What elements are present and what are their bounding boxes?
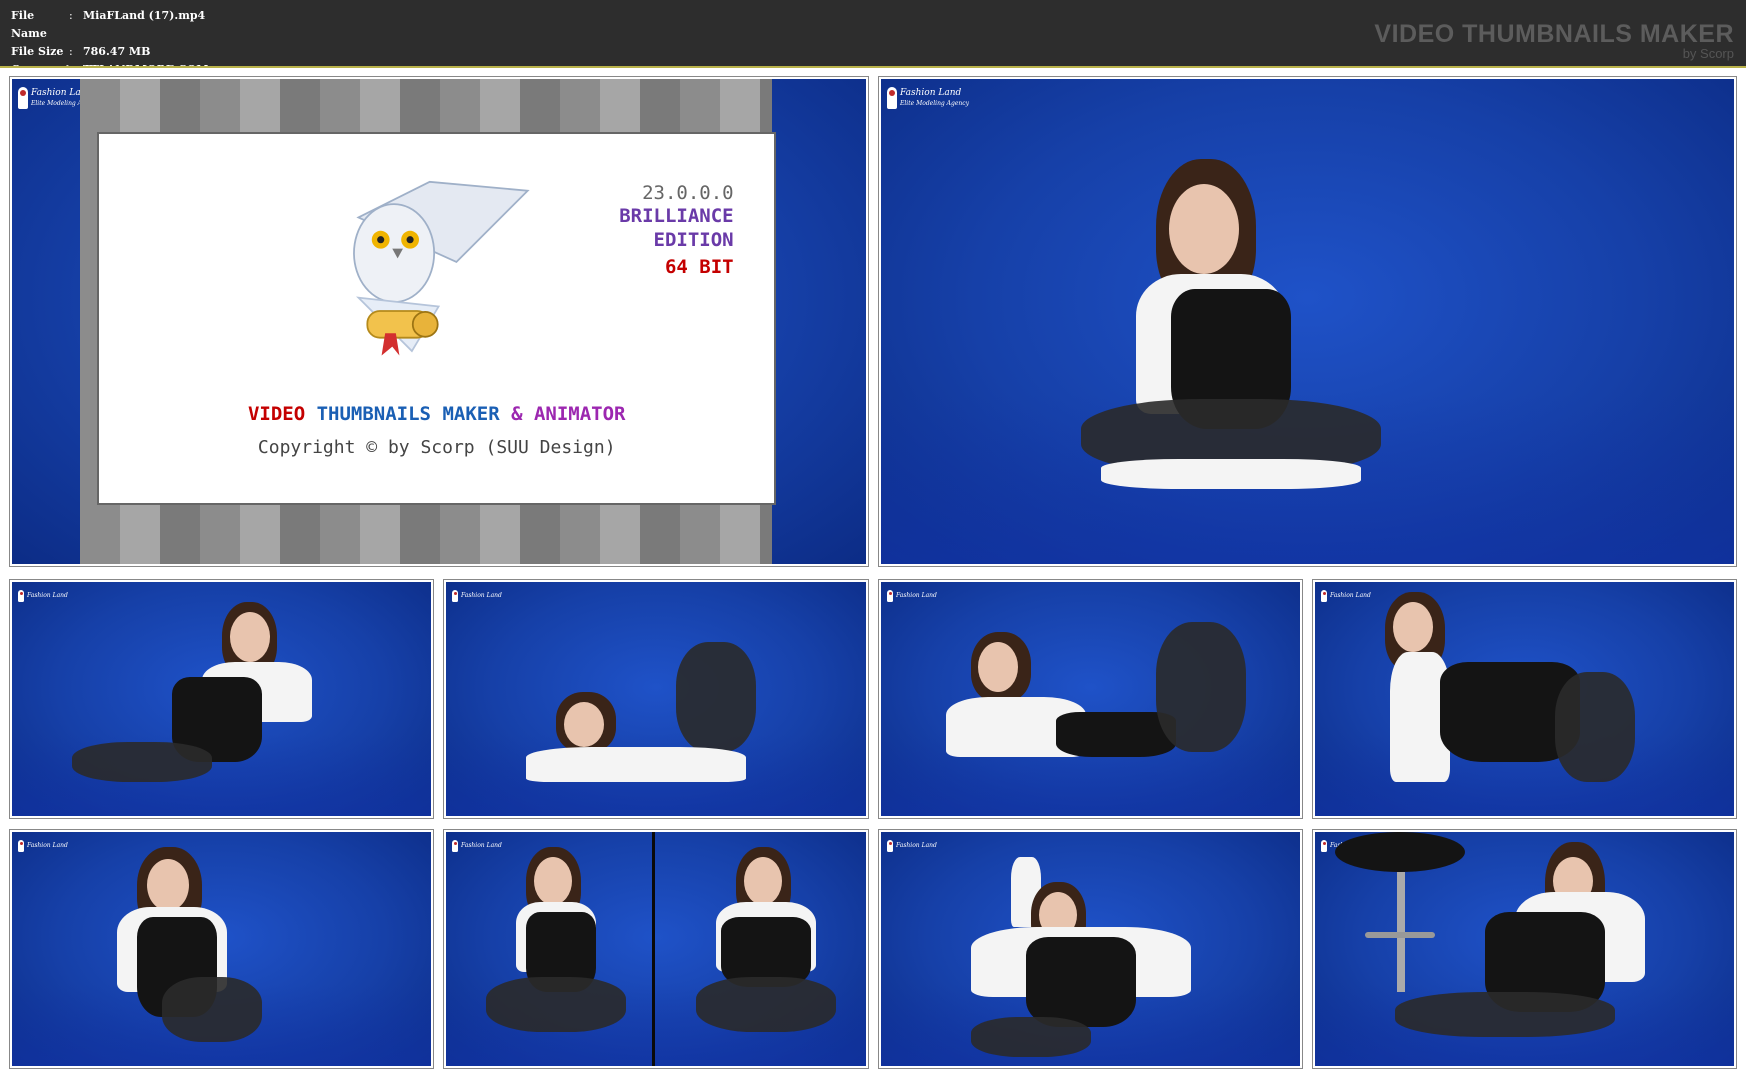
edition-line-2: EDITION <box>653 229 734 252</box>
woman-silhouette-icon <box>887 840 893 852</box>
watermark-text: Fashion Land <box>896 842 937 849</box>
app-title: VIDEO THUMBNAILS MAKER & ANIMATOR <box>99 403 774 425</box>
watermark-text: Fashion Land <box>27 842 68 849</box>
watermark-logo: Fashion Land <box>18 590 68 602</box>
thumbnail-small[interactable]: Fashion Land <box>9 579 434 819</box>
thumbnail-image: Fashion Land <box>12 582 431 816</box>
watermark-line2: Elite Modeling Agency <box>900 99 970 107</box>
model-figure <box>506 642 806 792</box>
title-part-thumbnails: THUMBNAILS MAKER <box>316 403 500 426</box>
watermark-logo: Fashion Land <box>1321 590 1371 602</box>
brand-logo: VIDEO THUMBNAILS MAKER by Scorp <box>1374 20 1734 60</box>
bitness-label: 64 BIT <box>664 256 734 279</box>
split-divider <box>651 832 655 1066</box>
watermark-text: Fashion Land <box>1330 592 1371 599</box>
woman-silhouette-icon <box>887 87 897 109</box>
file-name-row: File Name : MiaFLand (17).mp4 <box>11 7 208 43</box>
woman-silhouette-icon <box>18 590 24 602</box>
thumbnail-small[interactable]: Fashion Land <box>878 579 1303 819</box>
thumbnail-image: Fashion Land Elite Modeling Agency 23.0.0… <box>12 79 866 564</box>
separator: : <box>69 45 73 58</box>
thumbnail-small[interactable]: Fashion Land <box>1312 829 1737 1069</box>
model-figure <box>102 847 302 1047</box>
copyright-text: Copyright © by Scorp (SUU Design) <box>257 436 616 458</box>
thumbnail-image: Fashion Land <box>446 832 866 1066</box>
model-figure <box>1081 159 1381 519</box>
thumbnail-small[interactable]: Fashion Land <box>1312 579 1737 819</box>
thumbnail-image: Fashion Land <box>1315 832 1734 1066</box>
thumbnail-sheet: Fashion Land Elite Modeling Agency 23.0.0… <box>0 66 1746 1082</box>
thumbnail-image: Fashion Land <box>12 832 431 1066</box>
thumbnail-small[interactable]: Fashion Land <box>878 829 1303 1069</box>
file-size-label: File Size <box>11 45 64 58</box>
model-figure <box>686 847 846 1047</box>
watermark-text: Fashion Land <box>896 592 937 599</box>
thumbnail-image: Fashion Land <box>446 582 866 816</box>
file-name-label: File Name <box>11 9 47 40</box>
title-part-video: VIDEO <box>247 403 306 426</box>
watermark-logo: Fashion Land <box>452 590 502 602</box>
watermark-logo: Fashion Land Elite Modeling Agency <box>887 87 969 109</box>
woman-silhouette-icon <box>452 840 458 852</box>
model-figure <box>971 857 1211 1057</box>
watermark-text: Fashion Land Elite Modeling Agency <box>900 88 969 109</box>
watermark-logo: Fashion Land <box>887 590 937 602</box>
thumbnail-image: Fashion Land <box>881 582 1300 816</box>
thumbnail-splash[interactable]: Fashion Land Elite Modeling Agency 23.0.0… <box>9 76 869 567</box>
model-figure <box>476 847 636 1047</box>
model-figure <box>72 602 322 792</box>
title-part-animator: & ANIMATOR <box>511 403 626 426</box>
thumbnail-image: Fashion Land Elite Modeling Agency <box>881 79 1734 564</box>
brand-subtitle: by Scorp <box>1682 46 1734 61</box>
thumbnail-image: Fashion Land <box>881 832 1300 1066</box>
file-size-row: File Size : 786.47 MB <box>11 43 208 61</box>
version-number: 23.0.0.0 <box>642 182 734 205</box>
splash-card: 23.0.0.0 BRILLIANCE EDITION 64 BIT VIDEO… <box>97 132 777 505</box>
woman-silhouette-icon <box>887 590 893 602</box>
woman-silhouette-icon <box>452 590 458 602</box>
watermark-logo: Fashion Land <box>887 840 937 852</box>
model-figure <box>1385 592 1645 792</box>
info-header: File Name : MiaFLand (17).mp4 File Size … <box>0 0 1746 76</box>
thumbnail-small[interactable]: Fashion Land <box>9 829 434 1069</box>
watermark-text: Fashion Land <box>461 592 502 599</box>
owl-icon <box>353 180 530 356</box>
file-name-value: MiaFLand (17).mp4 <box>83 9 206 22</box>
edition-line-1: BRILLIANCE <box>619 205 734 228</box>
brand-title: VIDEO THUMBNAILS MAKER <box>1374 20 1734 48</box>
thumbnail-small[interactable]: Fashion Land <box>443 579 869 819</box>
model-figure <box>1395 842 1695 1052</box>
version-block: 23.0.0.0 BRILLIANCE EDITION 64 BIT <box>619 182 733 278</box>
watermark-logo: Fashion Land <box>18 840 68 852</box>
thumbnail-image: Fashion Land <box>1315 582 1734 816</box>
watermark-line1: Fashion Land <box>900 87 962 98</box>
watermark-text: Fashion Land <box>27 592 68 599</box>
woman-silhouette-icon <box>1321 590 1327 602</box>
woman-silhouette-icon <box>18 840 24 852</box>
file-size-value: 786.47 MB <box>83 45 151 58</box>
thumbnail-large[interactable]: Fashion Land Elite Modeling Agency <box>878 76 1737 567</box>
thumbnail-small[interactable]: Fashion Land <box>443 829 869 1069</box>
separator: : <box>69 9 73 22</box>
model-figure <box>906 622 1266 772</box>
woman-silhouette-icon <box>18 87 28 109</box>
